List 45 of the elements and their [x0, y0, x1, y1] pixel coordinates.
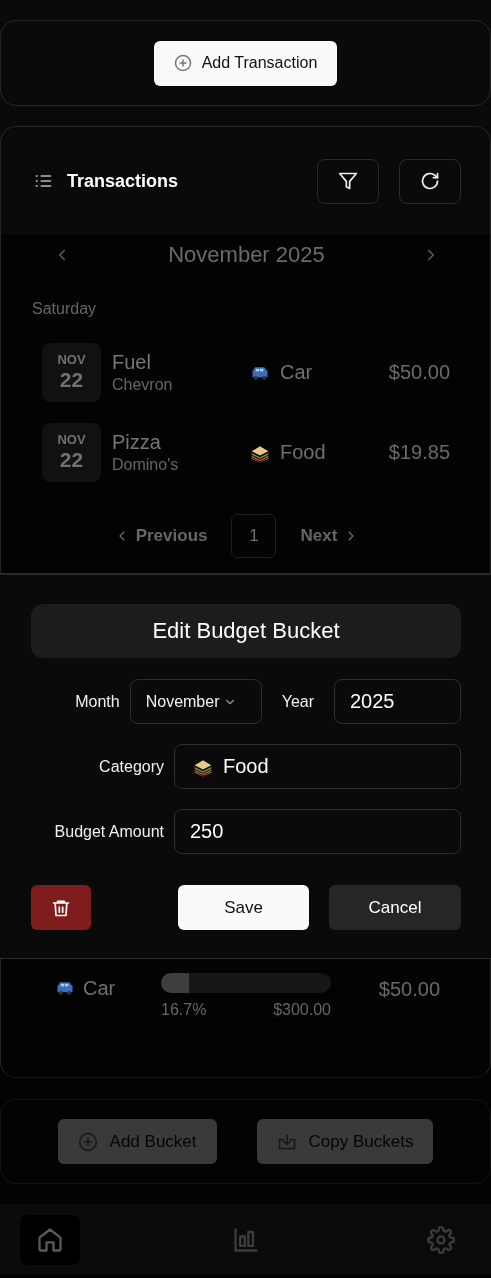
save-button[interactable]: Save: [178, 885, 309, 930]
category-label: Car: [280, 361, 313, 384]
date-day: 22: [59, 447, 84, 473]
month-label: November 2025: [168, 242, 325, 268]
add-transaction-button[interactable]: Add Transaction: [153, 40, 338, 86]
percent-label: 16.7%: [161, 1001, 207, 1019]
filter-icon: [338, 171, 358, 191]
field-label: Category: [98, 757, 164, 776]
delete-button[interactable]: [31, 885, 91, 930]
category-select[interactable]: Food: [174, 744, 461, 789]
date-month: NOV: [57, 432, 86, 447]
next-page-button[interactable]: Next: [300, 526, 360, 546]
sheet-title: Edit Budget Bucket: [31, 604, 461, 658]
home-icon: [36, 1225, 64, 1254]
previous-page-button[interactable]: Previous: [113, 526, 208, 546]
plus-circle-icon: [77, 1131, 98, 1152]
field-label: Month: [75, 692, 120, 711]
refresh-button[interactable]: [399, 158, 461, 204]
page-button[interactable]: 1: [231, 514, 277, 558]
plus-circle-icon: [173, 54, 192, 72]
spent-amount: $50.00: [378, 978, 440, 1002]
date-month: NOV: [57, 352, 86, 367]
category-label: Food: [280, 441, 326, 464]
transaction-amount: $50.00: [387, 361, 450, 384]
field-label: Budget Amount: [53, 822, 164, 841]
date-day: 22: [59, 367, 84, 393]
transaction-merchant: Chevron: [112, 376, 173, 394]
card-title: Transactions: [67, 170, 180, 192]
amount-field[interactable]: 250: [174, 809, 461, 854]
month-select[interactable]: November: [129, 679, 262, 724]
transaction-title: Pizza: [112, 431, 162, 454]
filter-button[interactable]: [317, 158, 379, 204]
transaction-merchant: Domino's: [112, 456, 179, 474]
cancel-button[interactable]: Cancel: [329, 885, 461, 930]
day-heading: Saturday: [32, 300, 97, 319]
nav-tab[interactable]: [20, 1214, 80, 1265]
budget-label: $300.00: [273, 1001, 331, 1019]
bar-chart-icon: [231, 1225, 260, 1254]
refresh-icon: [420, 171, 440, 191]
transaction-amount: $19.85: [387, 441, 450, 464]
transaction-title: Fuel: [112, 351, 152, 374]
bucket-name: Car: [83, 976, 116, 1000]
gear-icon: [427, 1225, 455, 1254]
year-field[interactable]: 2025: [334, 679, 461, 724]
field-label: Year: [281, 692, 314, 711]
